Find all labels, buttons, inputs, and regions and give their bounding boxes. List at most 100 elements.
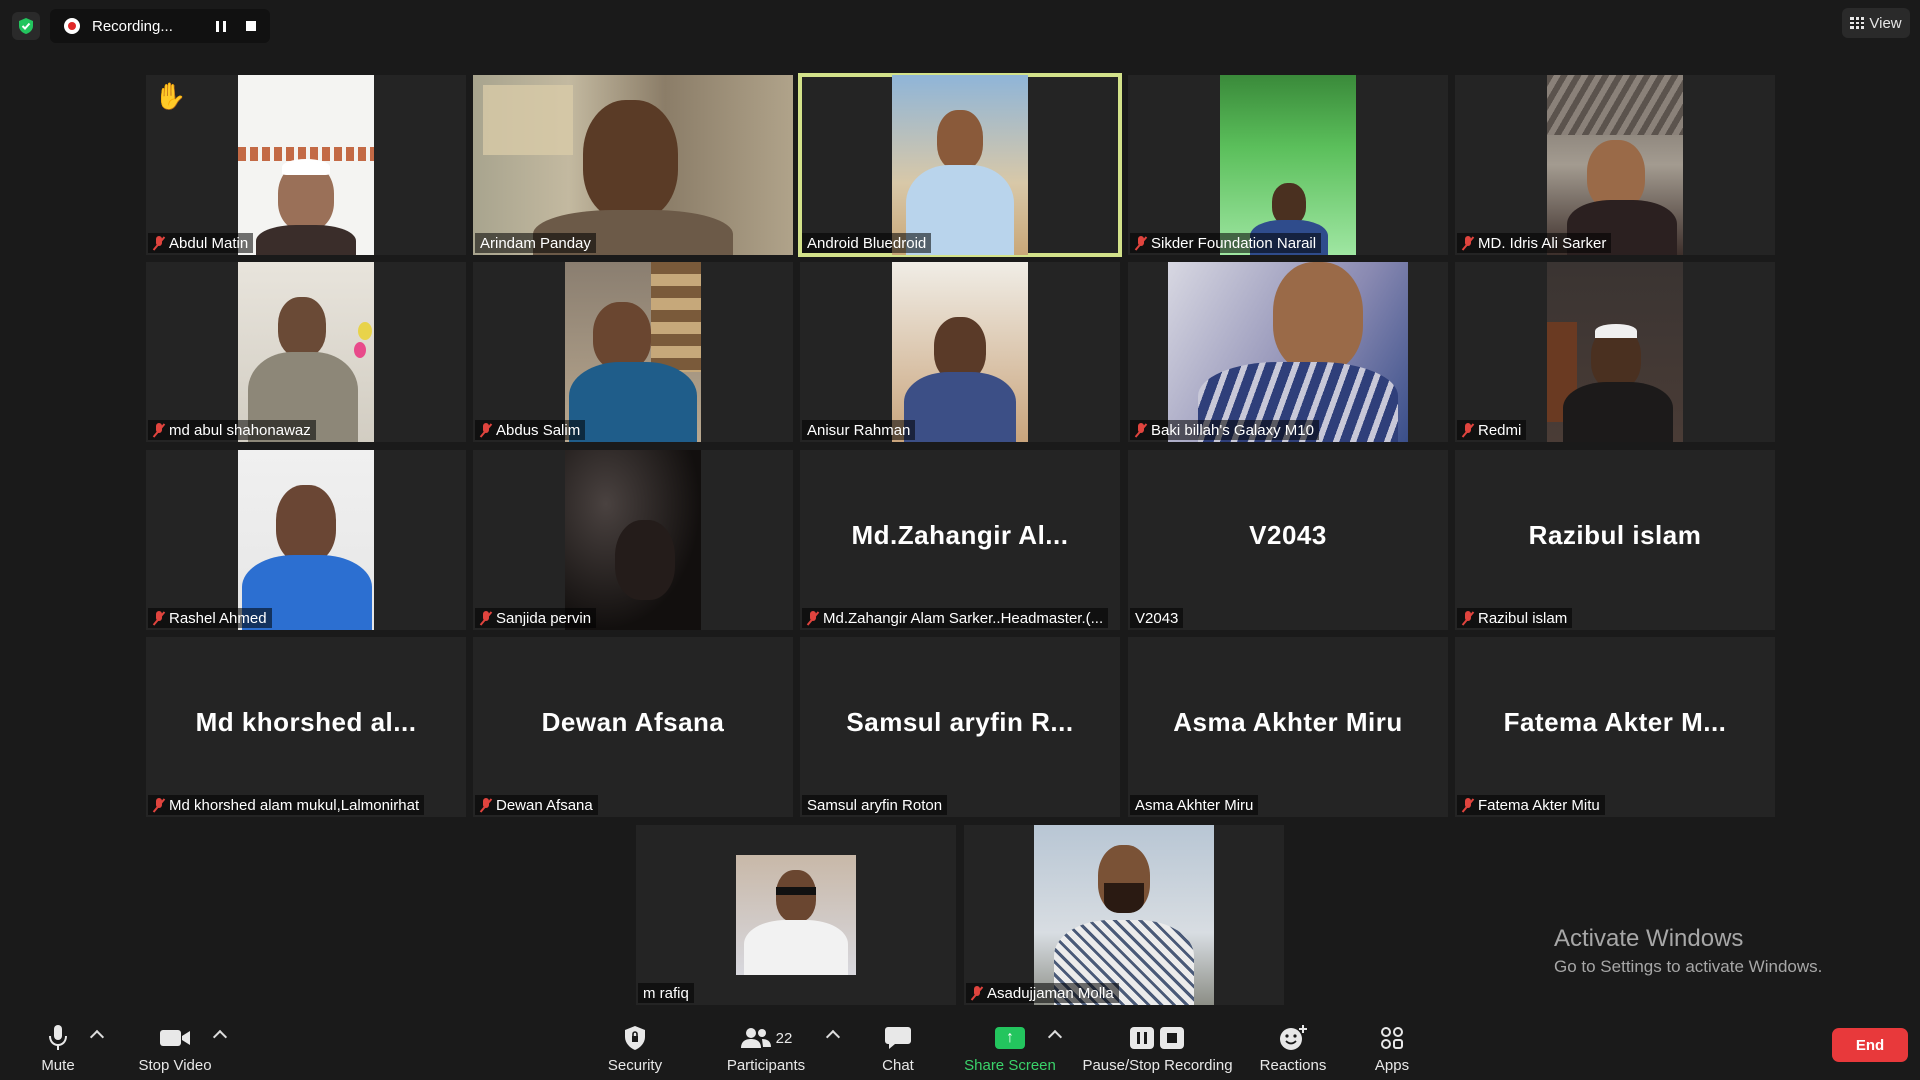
participant-tile[interactable]: Arindam Panday (473, 75, 793, 255)
participant-video (565, 262, 701, 442)
participant-tile-no-video[interactable]: Md khorshed al... Md khorshed alam mukul… (146, 637, 466, 817)
chat-button[interactable]: Chat (873, 1016, 923, 1080)
participants-options-chevron-icon[interactable] (825, 1029, 841, 1045)
apps-button[interactable]: Apps (1370, 1016, 1414, 1080)
participant-name: Anisur Rahman (802, 420, 916, 440)
participant-name: Sikder Foundation Narail (1130, 233, 1322, 253)
stop-recording-icon[interactable] (246, 20, 256, 31)
participant-name: Abdus Salim (475, 420, 586, 440)
muted-mic-icon (1135, 236, 1147, 250)
pause-stop-icon (1128, 1023, 1188, 1053)
view-button[interactable]: View (1842, 8, 1910, 38)
record-dot-icon (64, 18, 80, 34)
video-camera-icon (159, 1023, 191, 1053)
activate-windows-watermark: Activate Windows Go to Settings to activ… (1554, 925, 1823, 976)
participant-tile-no-video[interactable]: Asma Akhter Miru Asma Akhter Miru (1128, 637, 1448, 817)
participant-name: Razibul islam (1457, 608, 1573, 628)
participant-tile-no-video[interactable]: Razibul islam Razibul islam (1455, 450, 1775, 630)
muted-mic-icon (480, 611, 492, 625)
participant-tile[interactable]: Asadujjaman Molla (964, 825, 1284, 1005)
pause-recording-icon[interactable] (216, 20, 226, 32)
participant-tile-no-video[interactable]: Md.Zahangir Al... Md.Zahangir Alam Sarke… (800, 450, 1120, 630)
muted-mic-icon (1135, 423, 1147, 437)
participant-tile[interactable]: Anisur Rahman (800, 262, 1120, 442)
security-button[interactable]: Security (600, 1016, 670, 1080)
share-screen-arrow-icon: ↑ (995, 1027, 1025, 1049)
participant-display-name: Dewan Afsana (541, 707, 725, 737)
muted-mic-icon (1462, 611, 1474, 625)
participant-name: Rashel Ahmed (148, 608, 272, 628)
share-screen-button[interactable]: ↑ Share Screen (962, 1016, 1058, 1080)
participant-video (1168, 262, 1408, 442)
participant-name: m rafiq (638, 983, 694, 1003)
stop-video-label: Stop Video (138, 1057, 212, 1074)
participant-video (892, 75, 1028, 255)
participants-label: Participants (726, 1057, 806, 1074)
participant-display-name: Fatema Akter M... (1503, 707, 1727, 737)
participant-name: Redmi (1457, 420, 1527, 440)
participant-tile[interactable]: Sikder Foundation Narail (1128, 75, 1448, 255)
participant-tile-active-speaker[interactable]: Android Bluedroid (798, 73, 1122, 257)
participant-name: Md khorshed alam mukul,Lalmonirhat (148, 795, 425, 815)
muted-mic-icon (807, 611, 819, 625)
stop-video-button[interactable]: Stop Video (130, 1016, 220, 1080)
participant-tile[interactable]: Abdus Salim (473, 262, 793, 442)
end-meeting-button[interactable]: End (1832, 1028, 1908, 1062)
participant-tile[interactable]: m rafiq (636, 825, 956, 1005)
participant-tile[interactable]: Baki billah's Galaxy M10 (1128, 262, 1448, 442)
participant-video (1547, 75, 1683, 255)
participant-tile[interactable]: md abul shahonawaz (146, 262, 466, 442)
apps-label: Apps (1374, 1057, 1410, 1074)
mute-button[interactable]: Mute (30, 1016, 86, 1080)
recording-label: Recording... (92, 17, 173, 35)
muted-mic-icon (153, 236, 165, 250)
participant-name: md abul shahonawaz (148, 420, 316, 440)
participant-video (238, 75, 374, 255)
participant-video (736, 855, 856, 975)
chat-bubble-icon (884, 1023, 912, 1053)
participant-tile[interactable]: Redmi (1455, 262, 1775, 442)
participant-tile[interactable]: ✋ Abdul Matin (146, 75, 466, 255)
participant-video (1547, 262, 1683, 442)
participant-tile[interactable]: MD. Idris Ali Sarker (1455, 75, 1775, 255)
participants-icon: 22 (740, 1023, 792, 1053)
reactions-button[interactable]: Reactions (1255, 1016, 1331, 1080)
participant-display-name: Samsul aryfin R... (846, 707, 1074, 737)
participant-video (1034, 825, 1214, 1005)
security-shield-icon[interactable] (12, 12, 40, 40)
participant-video (473, 75, 793, 255)
muted-mic-icon (153, 423, 165, 437)
meeting-toolbar: Mute Stop Video Security 22 Participants… (0, 1016, 1920, 1080)
participant-video (1220, 75, 1356, 255)
participant-display-name: V2043 (1249, 520, 1327, 550)
participant-video (565, 450, 701, 630)
participants-button[interactable]: 22 Participants (720, 1016, 812, 1080)
muted-mic-icon (1462, 798, 1474, 812)
participant-name: Asadujjaman Molla (966, 983, 1119, 1003)
raised-hand-icon: ✋ (154, 81, 187, 111)
audio-options-chevron-icon[interactable] (89, 1029, 105, 1045)
participant-tile[interactable]: Rashel Ahmed (146, 450, 466, 630)
participant-name: Abdul Matin (148, 233, 254, 253)
participant-display-name: Md khorshed al... (195, 707, 417, 737)
participant-name: V2043 (1130, 608, 1184, 628)
participant-tile-no-video[interactable]: Dewan Afsana Dewan Afsana (473, 637, 793, 817)
pause-stop-recording-button[interactable]: Pause/Stop Recording (1080, 1016, 1235, 1080)
share-screen-label: Share Screen (964, 1057, 1056, 1074)
participant-tile[interactable]: Sanjida pervin (473, 450, 793, 630)
participant-tile-no-video[interactable]: Fatema Akter M... Fatema Akter Mitu (1455, 637, 1775, 817)
participant-name: Sanjida pervin (475, 608, 597, 628)
participant-tile-no-video[interactable]: V2043 V2043 (1128, 450, 1448, 630)
pause-stop-recording-label: Pause/Stop Recording (1082, 1057, 1233, 1074)
participant-video (892, 262, 1028, 442)
view-label: View (1869, 14, 1902, 32)
apps-icon (1379, 1023, 1405, 1053)
participant-name: Fatema Akter Mitu (1457, 795, 1605, 815)
grid-icon (1850, 17, 1865, 29)
muted-mic-icon (480, 423, 492, 437)
participant-tile-no-video[interactable]: Samsul aryfin R... Samsul aryfin Roton (800, 637, 1120, 817)
muted-mic-icon (153, 798, 165, 812)
participant-name: Md.Zahangir Alam Sarker..Headmaster.(... (802, 608, 1109, 628)
mute-label: Mute (41, 1057, 75, 1074)
participant-name: Dewan Afsana (475, 795, 598, 815)
